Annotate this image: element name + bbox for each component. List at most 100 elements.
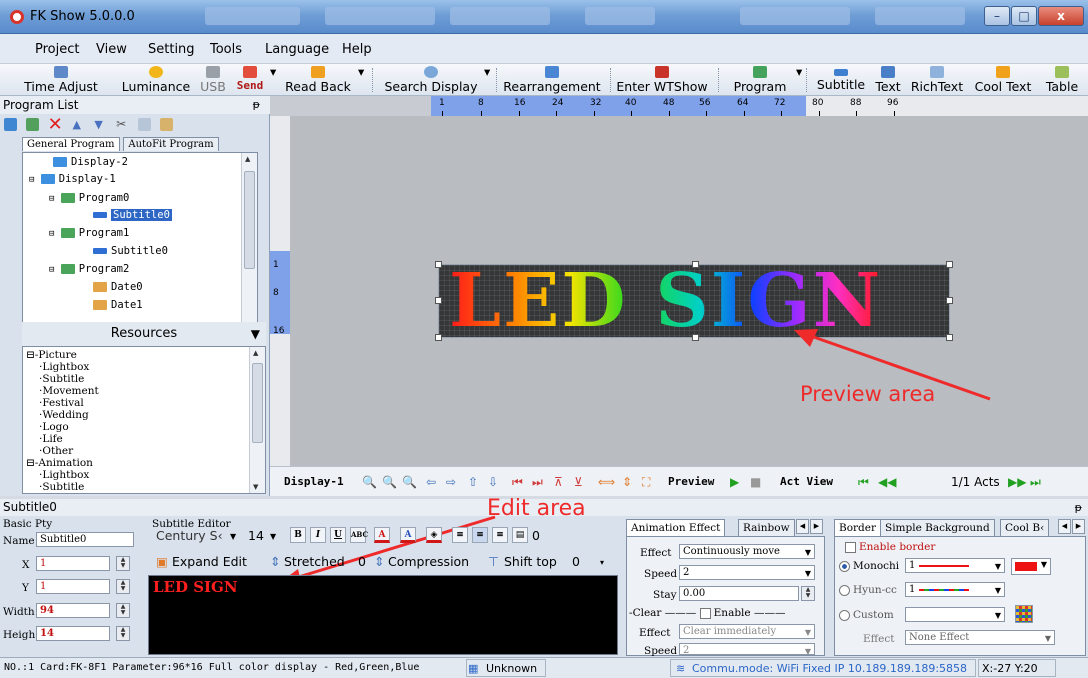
align-left-icon[interactable]: ⏮: [512, 475, 523, 490]
tree-item-display-1[interactable]: ⊟ Display-1: [29, 173, 116, 185]
play-icon[interactable]: ▶: [730, 475, 739, 489]
read-back-dropdown-arrow[interactable]: ▾: [358, 64, 364, 96]
hyun-color-select[interactable]: 1 ▼: [905, 582, 1005, 597]
maximize-button[interactable]: □: [1011, 6, 1037, 26]
move-down-icon[interactable]: ⇩: [488, 475, 498, 489]
tree-item-display-2[interactable]: Display-2: [53, 156, 128, 168]
border-effect-select[interactable]: None Effect ▼: [905, 630, 1055, 645]
zoom-in-icon[interactable]: 🔍: [382, 475, 397, 489]
zoom-out-icon[interactable]: 🔍: [402, 475, 417, 489]
align-top-icon[interactable]: ⊼: [554, 475, 563, 489]
align-left-button[interactable]: ≡: [452, 527, 468, 543]
add-display-icon[interactable]: [4, 118, 17, 131]
enable-border-option[interactable]: Enable border: [845, 541, 935, 553]
resource-item[interactable]: ·Lightbox: [39, 469, 89, 481]
rearrangement-button[interactable]: Rearrangement: [500, 64, 604, 96]
move-down-icon[interactable]: ▼: [94, 118, 107, 131]
align-right-button[interactable]: ≡: [492, 527, 508, 543]
background-color-button[interactable]: ◈: [426, 527, 442, 543]
stay-field[interactable]: 0.00: [679, 586, 799, 601]
subtitle-edit-area[interactable]: LED SIGN: [148, 575, 618, 655]
align-right-icon[interactable]: ⏭: [532, 475, 543, 490]
resize-handle[interactable]: [692, 334, 699, 341]
enable-border-checkbox[interactable]: [845, 541, 856, 553]
name-field[interactable]: Subtitle0: [36, 532, 134, 547]
preview-canvas[interactable]: LED SIGN Preview area: [290, 116, 1088, 466]
next-act-icon[interactable]: ▶▶: [1008, 475, 1026, 489]
paragraph-spacing-icon[interactable]: ▤: [512, 527, 528, 543]
resource-item[interactable]: ·Other: [39, 445, 73, 457]
custom-pattern-icon[interactable]: [1015, 605, 1033, 623]
background-tab[interactable]: [740, 7, 850, 25]
highlight-color-button[interactable]: A: [400, 527, 416, 543]
tree-item-subtitle0-selected[interactable]: Subtitle0: [93, 209, 172, 221]
shift-top-value[interactable]: 0: [572, 554, 580, 569]
resource-item[interactable]: ·Logo: [39, 421, 69, 433]
resize-handle[interactable]: [692, 261, 699, 268]
resource-item[interactable]: ·Subtitle: [39, 373, 84, 385]
usb-button[interactable]: USB: [198, 64, 228, 96]
collapse-icon[interactable]: ⊟: [29, 175, 34, 185]
text-button[interactable]: Text: [870, 64, 906, 96]
fit-width-icon[interactable]: ⟺: [598, 475, 615, 489]
speed-select[interactable]: 2 ▼: [679, 565, 815, 580]
read-back-button[interactable]: Read Back: [282, 64, 354, 96]
background-tab[interactable]: [875, 7, 965, 25]
stop-icon[interactable]: ■: [750, 475, 761, 489]
tab-autofit-program[interactable]: AutoFit Program: [123, 137, 219, 151]
scroll-thumb[interactable]: [244, 171, 255, 269]
preview-button[interactable]: Preview: [668, 475, 714, 488]
scroll-thumb[interactable]: [252, 363, 263, 443]
tab-animation-effect[interactable]: Animation Effect: [626, 519, 726, 536]
edit-content-text[interactable]: LED SIGN: [153, 578, 238, 596]
minimize-button[interactable]: –: [984, 6, 1010, 26]
copy-icon[interactable]: [137, 118, 151, 131]
resources-header[interactable]: Resources ▼: [22, 322, 266, 346]
move-left-icon[interactable]: ⇦: [426, 475, 436, 489]
tab-next-arrow[interactable]: ▶: [810, 519, 823, 534]
background-tab[interactable]: [585, 7, 655, 25]
clear-enable-checkbox[interactable]: [699, 607, 711, 619]
resources-scrollbar[interactable]: ▲ ▼: [249, 347, 265, 493]
background-tab[interactable]: [205, 7, 300, 25]
display-selector[interactable]: Display-1: [284, 475, 344, 488]
height-field[interactable]: 14: [36, 626, 110, 641]
resize-handle[interactable]: [435, 261, 442, 268]
menu-project[interactable]: Project: [35, 42, 79, 57]
delete-icon[interactable]: ✕: [48, 116, 64, 134]
close-button[interactable]: x: [1038, 6, 1084, 26]
font-size-selector[interactable]: 14: [248, 528, 264, 543]
resource-item[interactable]: ·Life: [39, 433, 63, 445]
resource-item[interactable]: ·Subtitle: [39, 481, 84, 493]
hyun-color-radio[interactable]: [839, 584, 850, 596]
compression-button[interactable]: Compression: [388, 554, 469, 569]
align-center-button[interactable]: ≡: [472, 527, 488, 543]
move-up-icon[interactable]: ▲: [72, 118, 85, 131]
resource-item[interactable]: ·Festival: [39, 397, 84, 409]
expand-edit-button[interactable]: Expand Edit: [172, 554, 247, 569]
effect-select[interactable]: Continuously move ▼: [679, 544, 815, 559]
add-program-icon[interactable]: [25, 118, 39, 131]
monochrome-radio[interactable]: [839, 560, 850, 572]
resource-picture[interactable]: ⊟-Picture: [26, 349, 77, 361]
resize-handle[interactable]: [946, 261, 953, 268]
move-right-icon[interactable]: ⇨: [446, 475, 456, 489]
resize-handle[interactable]: [435, 297, 442, 304]
tree-item-program0[interactable]: ⊟ Program0: [49, 192, 129, 204]
clear-effect-select[interactable]: Clear immediately ▼: [679, 624, 815, 639]
resource-item[interactable]: ·Movement: [39, 385, 99, 397]
x-spinner[interactable]: ▲ ▼: [116, 556, 130, 571]
tab-general-program[interactable]: General Program: [22, 137, 120, 151]
monochrome-width-select[interactable]: 1 ▼: [905, 558, 1005, 573]
y-spinner[interactable]: ▲ ▼: [116, 579, 130, 594]
tab-cool-background[interactable]: Cool B‹: [1000, 519, 1050, 536]
monochrome-option[interactable]: Monochi: [839, 560, 899, 572]
border-color-picker[interactable]: ▼: [1011, 558, 1051, 575]
tree-item-date0[interactable]: Date0: [93, 281, 143, 293]
font-selector[interactable]: Century S‹: [156, 528, 223, 543]
menu-setting[interactable]: Setting: [148, 42, 195, 57]
background-tab[interactable]: [325, 7, 435, 25]
fit-height-icon[interactable]: ⇕: [622, 475, 632, 489]
pin-icon[interactable]: ᵽ: [1075, 499, 1082, 516]
table-button[interactable]: Table: [1040, 64, 1084, 96]
